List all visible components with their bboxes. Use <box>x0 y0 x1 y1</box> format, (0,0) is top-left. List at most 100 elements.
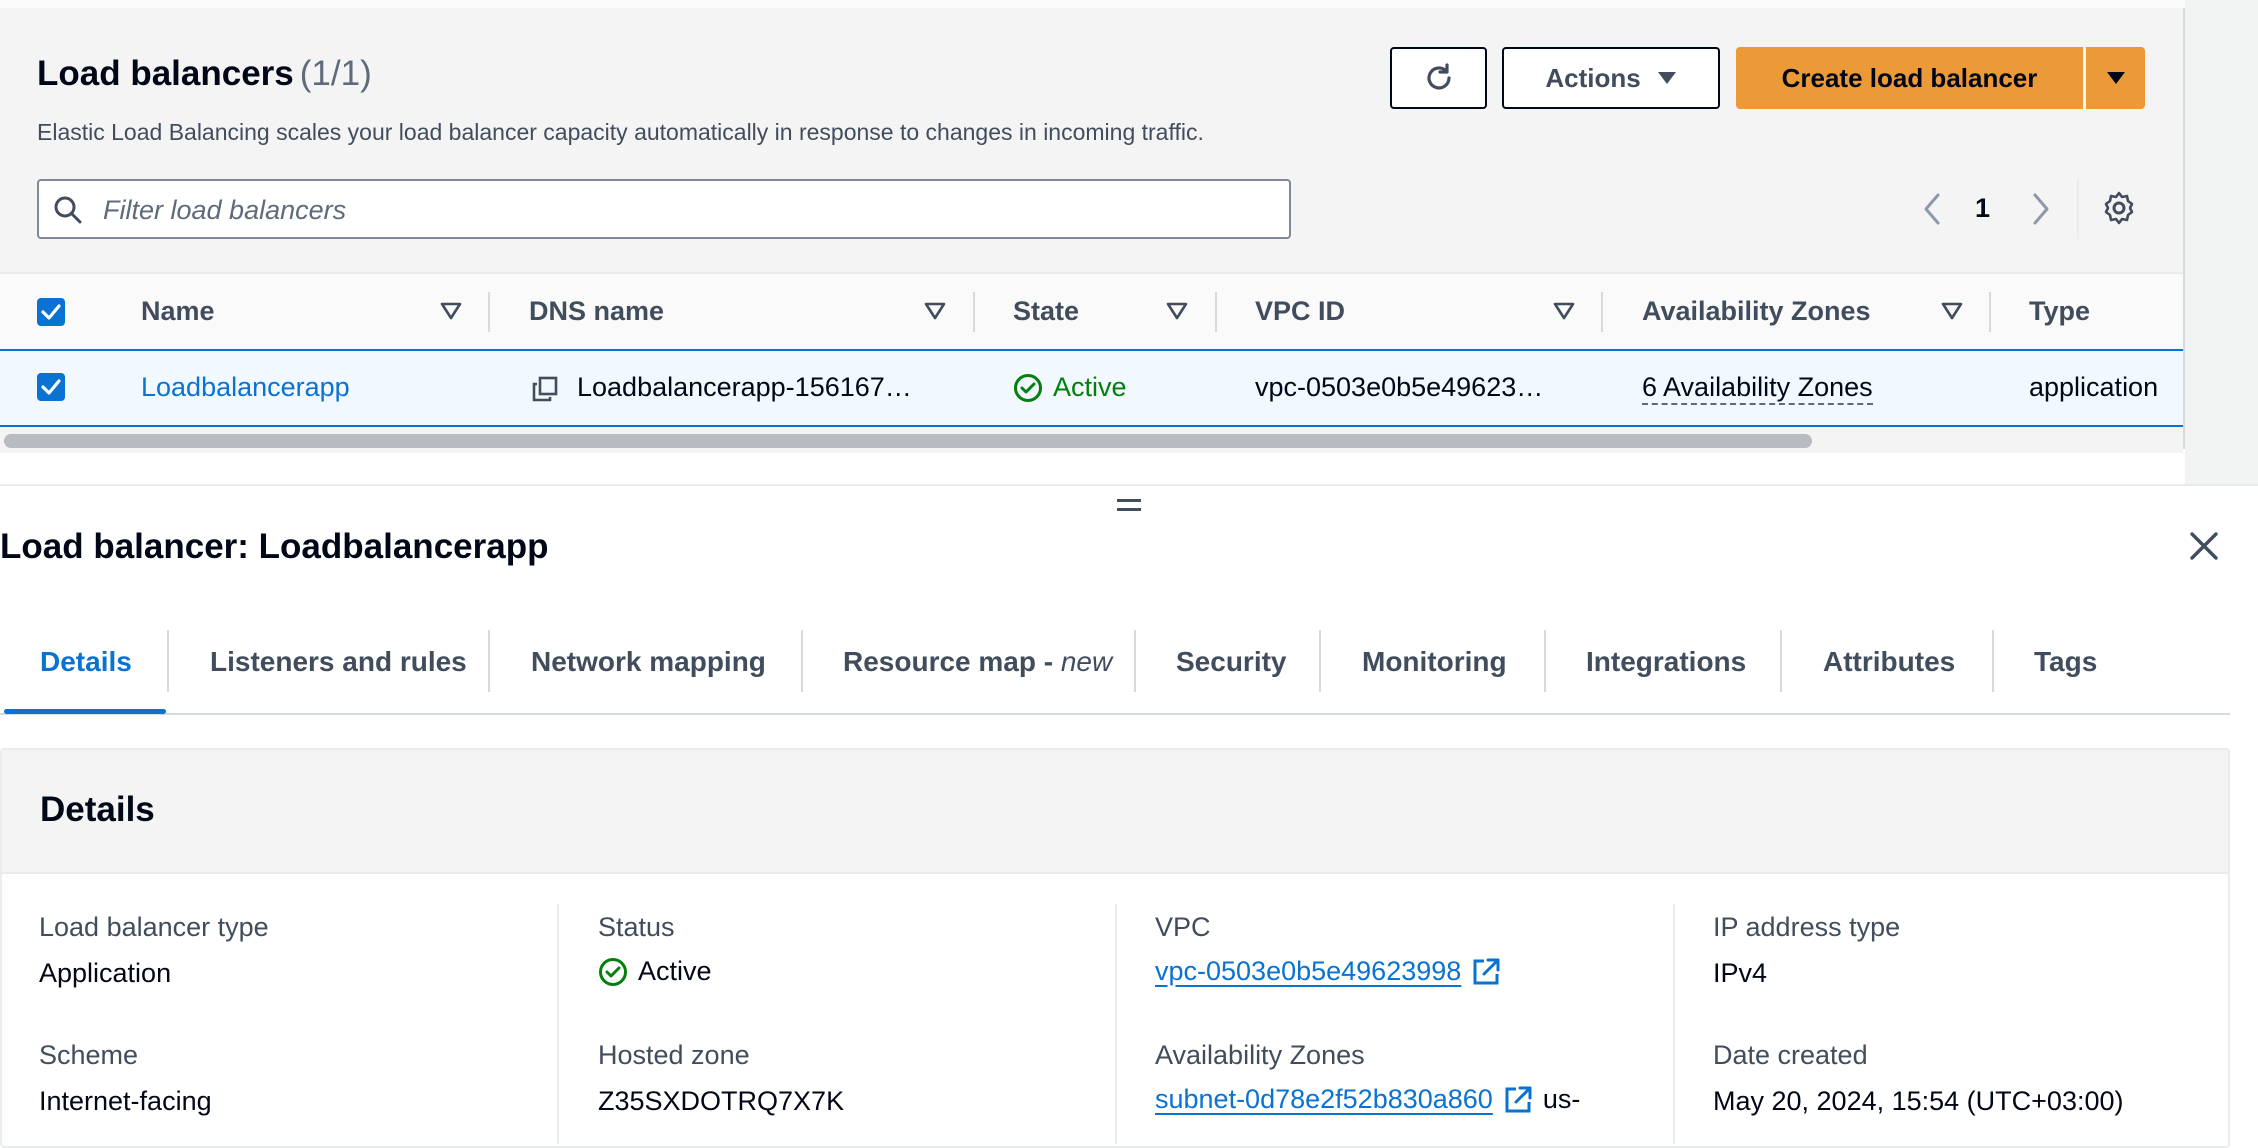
vpc-label: VPC <box>1155 912 1211 942</box>
tab-divider <box>801 630 803 692</box>
tab-monitoring[interactable]: Monitoring <box>1362 646 1507 678</box>
tab-divider <box>1544 630 1546 692</box>
vpc-value: vpc-0503e0b5e49623998 <box>1155 956 1501 987</box>
scheme-value: Internet-facing <box>39 1086 212 1116</box>
sort-icon[interactable] <box>924 302 946 320</box>
scheme-label: Scheme <box>39 1040 139 1070</box>
az-value: subnet-0d78e2f52b830a860 us- <box>1155 1084 1580 1115</box>
right-gutter <box>2185 0 2258 486</box>
ip-type-label: IP address type <box>1713 912 1901 942</box>
column-header-dns-name[interactable]: DNS name <box>529 296 664 327</box>
refresh-icon <box>1426 63 1451 90</box>
caret-down-icon <box>2106 72 2125 84</box>
lb-type-label: Load balancer type <box>39 912 269 942</box>
status-success-icon <box>599 957 627 986</box>
sort-icon[interactable] <box>1553 302 1575 320</box>
tab-attributes[interactable]: Attributes <box>1823 646 1955 678</box>
search-icon <box>54 196 82 224</box>
sort-icon[interactable] <box>1166 302 1188 320</box>
scrollbar-thumb[interactable] <box>4 434 1812 448</box>
vpc-link[interactable]: vpc-0503e0b5e49623998 <box>1155 956 1461 987</box>
close-icon[interactable] <box>2188 530 2220 562</box>
tab-listeners-and-rules[interactable]: Listeners and rules <box>210 646 467 678</box>
copy-icon[interactable] <box>531 375 559 403</box>
select-all-checkbox[interactable] <box>37 298 65 326</box>
checkmark-icon <box>41 304 61 320</box>
tab-resource-map[interactable]: Resource map - new <box>843 646 1112 678</box>
tab-divider <box>1134 630 1136 692</box>
tab-network-mapping[interactable]: Network mapping <box>531 646 766 678</box>
column-header-name[interactable]: Name <box>141 296 215 327</box>
column-divider <box>1673 904 1675 1144</box>
tab-divider <box>1780 630 1782 692</box>
actions-label: Actions <box>1545 62 1641 93</box>
hosted-zone-label: Hosted zone <box>598 1040 750 1070</box>
tab-resource-map-label: Resource map - <box>843 646 1061 677</box>
type-cell: application <box>2029 372 2159 402</box>
az-label: Availability Zones <box>1155 1040 1365 1070</box>
sort-icon[interactable] <box>1941 302 1963 320</box>
chevron-right-icon[interactable] <box>2027 191 2053 227</box>
refresh-button[interactable] <box>1390 47 1487 109</box>
column-divider[interactable] <box>1989 292 1991 332</box>
load-balancer-name-link[interactable]: Loadbalancerapp <box>141 372 350 403</box>
drag-handle-icon[interactable] <box>1116 496 1142 514</box>
date-created-value: May 20, 2024, 15:54 (UTC+03:00) <box>1713 1086 2124 1116</box>
column-divider[interactable] <box>488 292 490 332</box>
page-number[interactable]: 1 <box>1975 193 1990 224</box>
column-divider <box>1115 904 1117 1144</box>
tabs-baseline <box>0 713 2230 715</box>
tab-details[interactable]: Details <box>40 646 132 678</box>
load-balancers-panel: Load balancers (1/1) Elastic Load Balanci… <box>0 8 2185 453</box>
status-value: Active <box>598 956 712 987</box>
item-count: (1/1) <box>299 54 372 93</box>
gear-icon[interactable] <box>2101 190 2137 226</box>
table-header: Name DNS name State VPC ID Availability … <box>0 272 2183 352</box>
az-region-text: us- <box>1542 1084 1581 1114</box>
column-header-vpc-id[interactable]: VPC ID <box>1255 296 1345 327</box>
active-tab-indicator <box>4 709 166 714</box>
table-row[interactable]: Loadbalancerapp Loadbalancerapp-156167… … <box>0 349 2183 427</box>
ip-type-value: IPv4 <box>1713 958 1768 988</box>
column-header-type[interactable]: Type <box>2029 296 2090 327</box>
column-divider[interactable] <box>1215 292 1217 332</box>
status-label: Status <box>598 912 675 942</box>
page-title: Load balancers (1/1) <box>37 54 372 94</box>
subnet-link[interactable]: subnet-0d78e2f52b830a860 <box>1155 1084 1493 1115</box>
state-cell: Active <box>1013 372 1127 403</box>
tab-integrations[interactable]: Integrations <box>1586 646 1746 678</box>
split-panel-divider <box>0 484 2258 486</box>
details-header: Details <box>2 750 2228 874</box>
column-divider[interactable] <box>973 292 975 332</box>
caret-down-icon <box>1657 72 1676 84</box>
lb-type-value: Application <box>39 958 172 988</box>
status-success-icon <box>1014 373 1042 402</box>
detail-panel-title: Load balancer: Loadbalancerapp <box>0 527 549 566</box>
page-title-text: Load balancers <box>37 54 294 93</box>
tab-tags[interactable]: Tags <box>2034 646 2097 678</box>
column-divider[interactable] <box>1601 292 1603 332</box>
create-options-dropdown-button[interactable] <box>2086 47 2145 109</box>
tab-divider <box>1319 630 1321 692</box>
column-header-state[interactable]: State <box>1013 296 1079 327</box>
availability-zones-popover-trigger[interactable]: 6 Availability Zones <box>1642 372 1873 405</box>
sort-icon[interactable] <box>440 302 462 320</box>
actions-button[interactable]: Actions <box>1502 47 1720 109</box>
tab-security[interactable]: Security <box>1176 646 1287 678</box>
vpc-id-cell: vpc-0503e0b5e49623… <box>1255 372 1544 402</box>
top-edge <box>0 0 2185 8</box>
external-link-icon[interactable] <box>1471 957 1501 987</box>
column-header-availability-zones[interactable]: Availability Zones <box>1642 296 1871 327</box>
filter-field <box>37 179 1291 239</box>
chevron-left-icon[interactable] <box>1920 191 1946 227</box>
external-link-icon[interactable] <box>1503 1085 1533 1115</box>
status-text: Active <box>638 956 712 986</box>
tab-divider <box>488 630 490 692</box>
new-label: new <box>1060 646 1113 677</box>
date-created-label: Date created <box>1713 1040 1868 1070</box>
create-load-balancer-button[interactable]: Create load balancer <box>1736 47 2083 109</box>
details-section-title: Details <box>40 790 155 829</box>
column-divider <box>557 904 559 1144</box>
search-input[interactable] <box>101 189 1265 231</box>
row-checkbox[interactable] <box>37 373 65 401</box>
